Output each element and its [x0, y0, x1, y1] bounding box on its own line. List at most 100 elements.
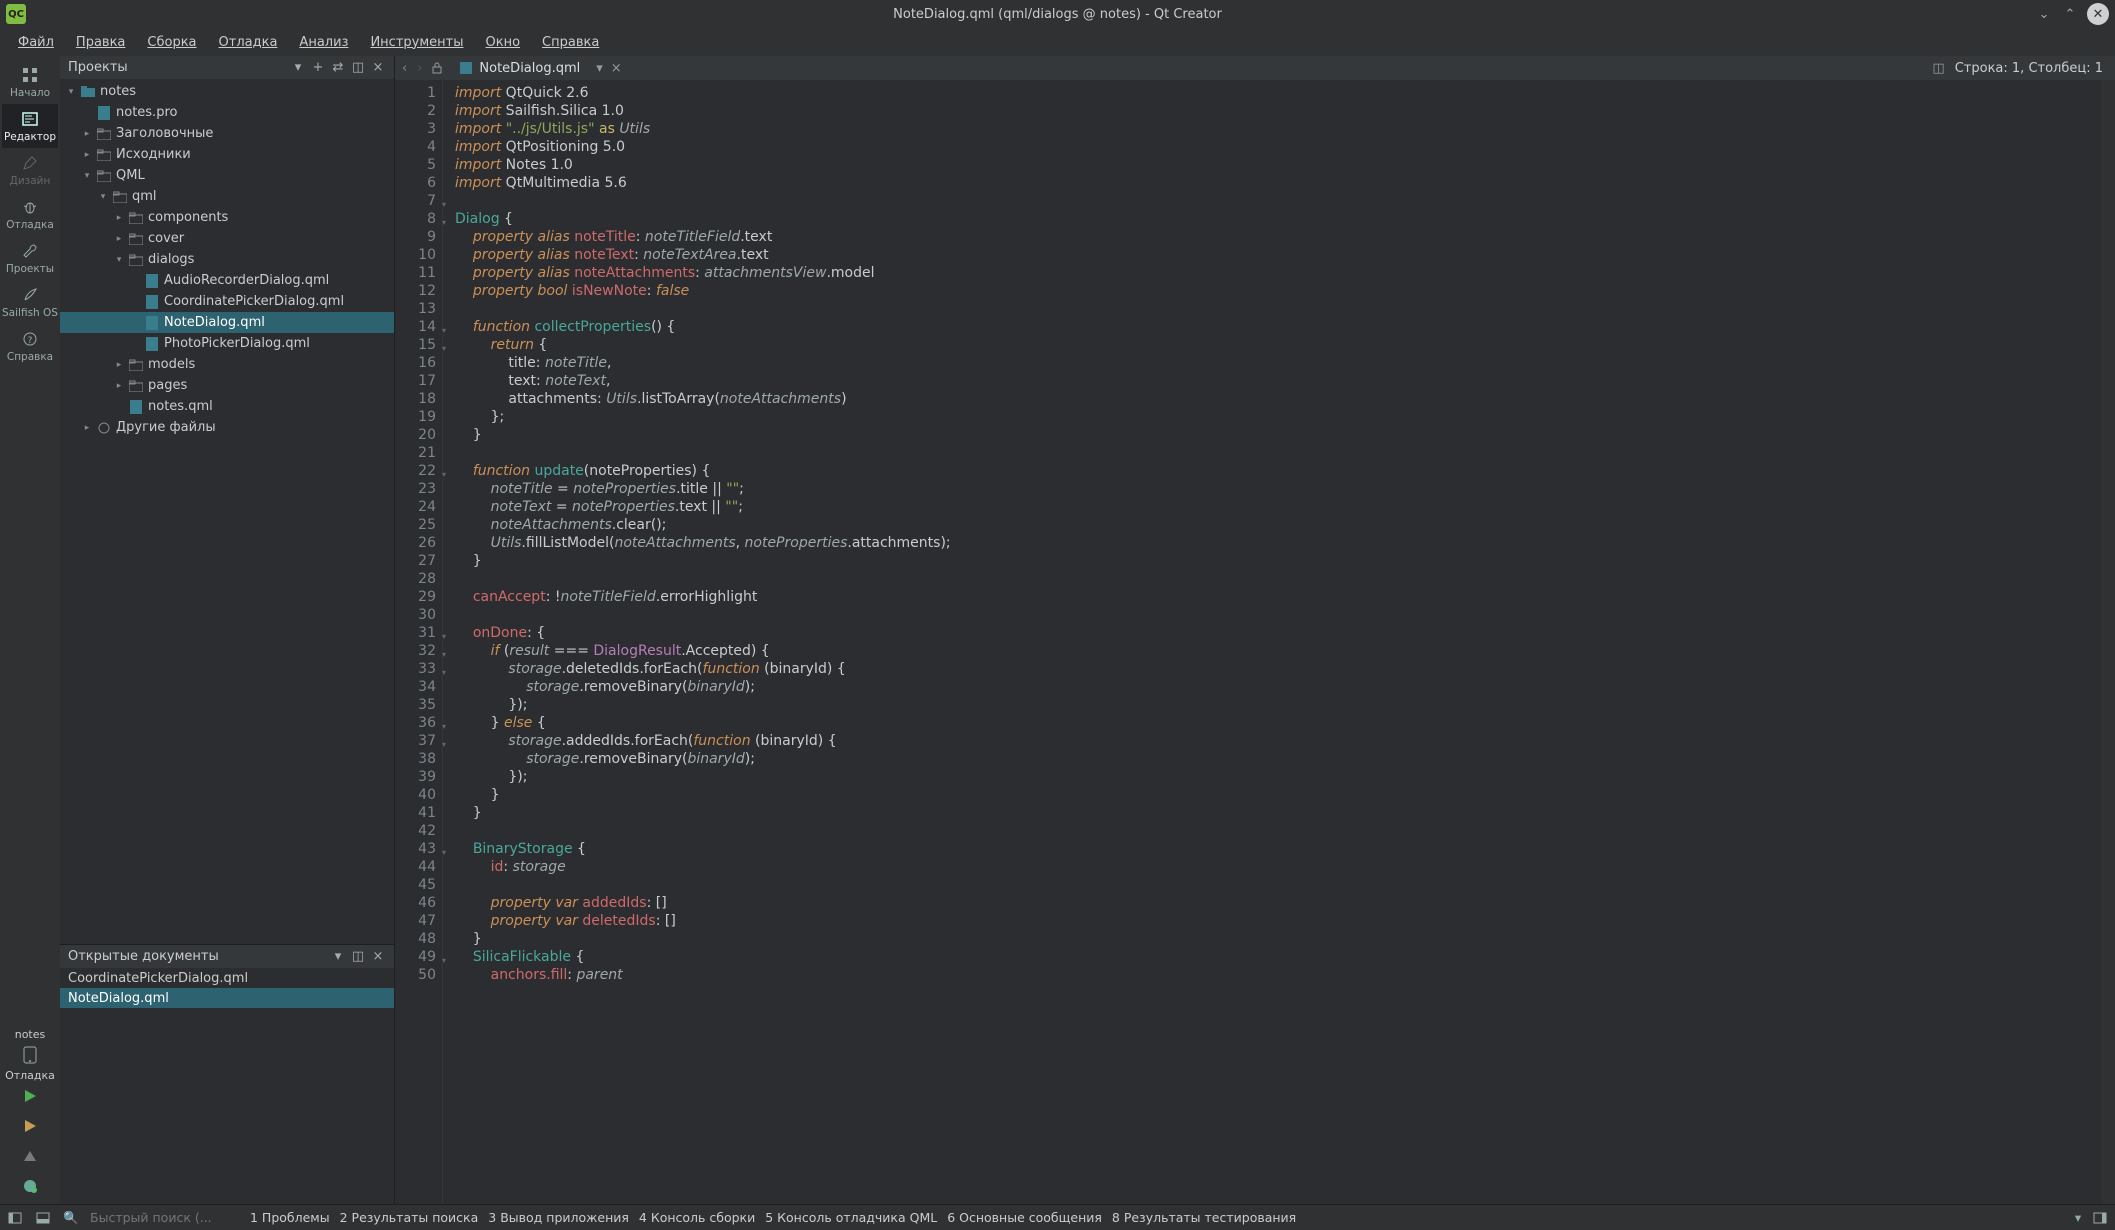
menu-build[interactable]: Сборка [137, 32, 206, 53]
split-icon[interactable]: ◫ [350, 60, 366, 76]
editor-tab[interactable]: NoteDialog.qml [449, 59, 590, 78]
menu-edit[interactable]: Правка [66, 32, 135, 53]
mode-welcome[interactable]: Начало [2, 60, 58, 104]
line-gutter[interactable]: 1234567▾8▾91011121314▾15▾16171819202122▾… [395, 80, 443, 1204]
expand-icon[interactable]: ▸ [82, 150, 92, 160]
file-icon [144, 337, 160, 351]
menu-window[interactable]: Окно [475, 32, 530, 53]
output-app[interactable]: 3 Вывод приложения [488, 1210, 629, 1225]
panel-close-icon[interactable]: × [370, 60, 386, 76]
opendocs-label: Открытые документы [68, 949, 219, 964]
code-editor[interactable]: import QtQuick 2.6import Sailfish.Silica… [443, 80, 2101, 1204]
open-doc-row[interactable]: CoordinatePickerDialog.qml [60, 968, 394, 988]
output-qmldbg[interactable]: 5 Консоль отладчика QML [765, 1210, 937, 1225]
menu-analyze[interactable]: Анализ [289, 32, 358, 53]
output-compile[interactable]: 4 Консоль сборки [639, 1210, 755, 1225]
tree-row[interactable]: ▸Другие файлы [60, 417, 394, 438]
expand-icon[interactable]: ▸ [114, 213, 124, 223]
mode-edit[interactable]: Редактор [2, 104, 58, 148]
run-button[interactable] [18, 1084, 42, 1108]
toggle-bottom-panel-icon[interactable] [34, 1209, 52, 1227]
grid-icon [20, 65, 40, 85]
tree-row[interactable]: ▸components [60, 207, 394, 228]
output-problems[interactable]: 1 Проблемы [250, 1210, 330, 1225]
kit-project[interactable]: notes [2, 1026, 58, 1043]
debug-run-button[interactable] [18, 1114, 42, 1138]
mode-design[interactable]: Дизайн [2, 148, 58, 192]
opendocs-dropdown-icon[interactable]: ▾ [330, 949, 346, 965]
tree-row[interactable]: ▾qml [60, 186, 394, 207]
opendocs-split-icon[interactable]: ◫ [350, 949, 366, 965]
open-docs-list[interactable]: CoordinatePickerDialog.qmlNoteDialog.qml [60, 968, 394, 1204]
build-button[interactable] [18, 1144, 42, 1168]
tree-label: CoordinatePickerDialog.qml [164, 294, 344, 309]
tree-row[interactable]: AudioRecorderDialog.qml [60, 270, 394, 291]
file-icon [128, 379, 144, 393]
menu-tools[interactable]: Инструменты [360, 32, 473, 53]
menu-debug[interactable]: Отладка [209, 32, 288, 53]
tree-label: notes.pro [116, 105, 177, 120]
split-editor-icon[interactable]: ◫ [1930, 61, 1946, 76]
menu-file[interactable]: Файл [8, 32, 64, 53]
lock-icon[interactable] [429, 62, 445, 74]
tree-row[interactable]: ▾ QML [60, 165, 394, 186]
mode-label: Проекты [6, 263, 54, 275]
toggle-left-panel-icon[interactable] [6, 1209, 24, 1227]
project-tree[interactable]: ▾ notes notes.pro ▸Заголовочные▸Исходники ▾ Q… [60, 79, 394, 944]
minimize-icon[interactable]: ⌄ [2035, 5, 2053, 23]
tree-row[interactable]: ▸models [60, 354, 394, 375]
tree-row[interactable]: ▸Заголовочные [60, 123, 394, 144]
device-icon[interactable] [18, 1043, 42, 1067]
maximize-icon[interactable]: ⌃ [2061, 5, 2079, 23]
tree-row[interactable]: notes.qml [60, 396, 394, 417]
menu-help[interactable]: Справка [532, 32, 609, 53]
tree-row[interactable]: ▸cover [60, 228, 394, 249]
close-icon[interactable]: ✕ [2087, 3, 2109, 25]
output-tests[interactable]: 8 Результаты тестирования [1112, 1210, 1296, 1225]
editor-scrollbar[interactable] [2101, 80, 2115, 1204]
mode-sailfish[interactable]: Sailfish OS [2, 280, 58, 324]
expand-icon[interactable]: ▾ [82, 171, 92, 181]
expand-icon[interactable]: ▸ [82, 129, 92, 139]
nav-back-icon[interactable]: ‹ [399, 61, 410, 76]
mode-debug[interactable]: Отладка [2, 192, 58, 236]
expand-icon[interactable]: ▸ [114, 234, 124, 244]
tab-close-icon[interactable]: × [609, 61, 624, 76]
output-search[interactable]: 2 Результаты поиска [340, 1210, 479, 1225]
link-icon[interactable]: ⇄ [330, 60, 346, 76]
mode-label: Справка [7, 351, 53, 363]
nav-fwd-icon[interactable]: › [414, 61, 425, 76]
tree-label: QML [116, 168, 145, 183]
expand-icon[interactable]: ▾ [66, 87, 76, 97]
open-doc-row[interactable]: NoteDialog.qml [60, 988, 394, 1008]
expand-icon[interactable]: ▸ [114, 360, 124, 370]
locator-icon[interactable]: 🔍 [62, 1209, 80, 1227]
expand-icon[interactable]: ▸ [114, 381, 124, 391]
tree-row[interactable]: ▸pages [60, 375, 394, 396]
tree-row[interactable]: NoteDialog.qml [60, 312, 394, 333]
tree-label: notes [100, 84, 136, 99]
tree-row[interactable]: notes.pro [60, 102, 394, 123]
tree-row[interactable]: ▸Исходники [60, 144, 394, 165]
expand-icon[interactable]: ▾ [114, 255, 124, 265]
tree-row[interactable]: CoordinatePickerDialog.qml [60, 291, 394, 312]
tab-dropdown-icon[interactable]: ▾ [594, 61, 605, 76]
opendocs-close-icon[interactable]: × [370, 949, 386, 965]
output-general[interactable]: 6 Основные сообщения [947, 1210, 1102, 1225]
add-icon[interactable]: + [310, 60, 326, 76]
window-title: NoteDialog.qml (qml/dialogs @ notes) - Q… [893, 7, 1222, 22]
mode-projects[interactable]: Проекты [2, 236, 58, 280]
quick-search[interactable] [90, 1210, 240, 1225]
expand-icon[interactable]: ▸ [82, 423, 92, 433]
output-dropdown-icon[interactable]: ▾ [2069, 1209, 2087, 1227]
tree-row[interactable]: ▾ notes [60, 81, 394, 102]
tree-row[interactable]: ▾dialogs [60, 249, 394, 270]
mode-help[interactable]: ? Справка [2, 324, 58, 368]
toggle-right-panel-icon[interactable] [2091, 1209, 2109, 1227]
quick-search-input[interactable] [90, 1210, 240, 1225]
engine-status-icon[interactable] [18, 1174, 42, 1198]
expand-icon[interactable]: ▾ [98, 192, 108, 202]
tree-row[interactable]: PhotoPickerDialog.qml [60, 333, 394, 354]
filter-icon[interactable]: ▾ [290, 60, 306, 76]
kit-config[interactable]: Отладка [2, 1067, 58, 1084]
